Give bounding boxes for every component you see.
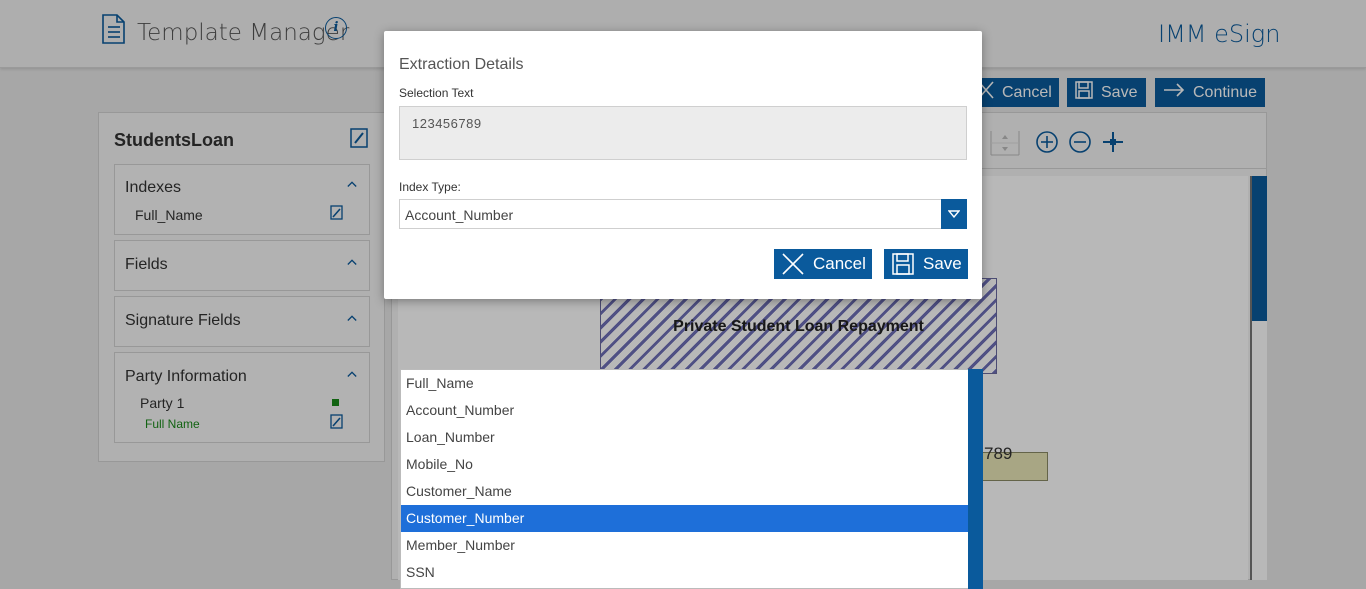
options-scrollbar[interactable] [968, 369, 983, 589]
option-ssn[interactable]: SSN [401, 559, 968, 586]
selection-text-field[interactable] [399, 106, 967, 160]
dialog-save-label: Save [923, 254, 962, 273]
dialog-cancel-label: Cancel [813, 254, 866, 273]
dialog-cancel-button[interactable]: Cancel [774, 249, 872, 279]
dialog-save-button[interactable]: Save [884, 249, 968, 279]
option-full-name[interactable]: Full_Name [401, 370, 968, 397]
floppy-disk-icon [892, 253, 914, 275]
option-customer-name[interactable]: Customer_Name [401, 478, 968, 505]
index-type-label: Index Type: [399, 180, 461, 194]
option-mobile-no[interactable]: Mobile_No [401, 451, 968, 478]
selection-text-label: Selection Text [399, 86, 474, 100]
option-account-number[interactable]: Account_Number [401, 397, 968, 424]
index-type-value: Account_Number [405, 207, 514, 223]
option-member-number[interactable]: Member_Number [401, 532, 968, 559]
chevron-down-icon [948, 210, 960, 218]
selection-text-value: 123456789 [412, 116, 482, 131]
dropdown-toggle[interactable] [941, 199, 967, 229]
option-loan-number[interactable]: Loan_Number [401, 424, 968, 451]
index-type-options: Full_Name Account_Number Loan_Number Mob… [400, 369, 983, 589]
dialog-title: Extraction Details [399, 56, 524, 73]
option-customer-number[interactable]: Customer_Number [401, 505, 968, 532]
close-icon [782, 253, 804, 275]
